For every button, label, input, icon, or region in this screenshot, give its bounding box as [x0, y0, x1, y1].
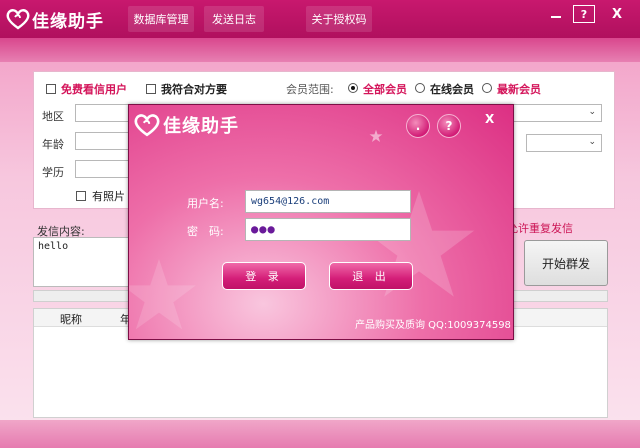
- app-title: 佳缘助手: [32, 11, 104, 32]
- chevron-down-icon: ⌄: [588, 137, 596, 147]
- dialog-minimize-button[interactable]: .: [406, 114, 430, 138]
- education-select[interactable]: [75, 160, 131, 178]
- allow-repeat-label[interactable]: 允许重复发信: [507, 220, 573, 236]
- age-select[interactable]: [75, 132, 131, 150]
- free-users-checkbox[interactable]: [46, 84, 56, 94]
- region-sub-select[interactable]: ⌄: [502, 104, 602, 122]
- menu-database[interactable]: 数据库管理: [128, 6, 194, 32]
- heart-logo-icon: [6, 9, 30, 30]
- region-label: 地区: [42, 110, 64, 123]
- scope-online-radio[interactable]: [415, 83, 425, 93]
- age-max-select[interactable]: ⌄: [526, 134, 602, 152]
- header-band: [0, 38, 640, 62]
- message-textarea[interactable]: hello: [33, 237, 129, 287]
- app-logo: 佳缘助手: [6, 6, 104, 32]
- heart-logo-icon: [134, 114, 160, 137]
- purchase-contact: 产品购买及质询 QQ:1009374598: [355, 320, 511, 331]
- exit-button[interactable]: 退 出: [329, 262, 413, 290]
- password-input[interactable]: ●●●: [245, 218, 411, 241]
- menu-about-license[interactable]: 关于授权码: [306, 6, 372, 32]
- free-users-label: 免费看信用户: [61, 83, 127, 96]
- dialog-close-button[interactable]: X: [485, 112, 494, 126]
- main-window: 佳缘助手 数据库管理 发送日志 关于授权码 ? X 免费看信用户 我符合对方要 …: [0, 0, 640, 448]
- title-bar: 佳缘助手 数据库管理 发送日志 关于授权码 ? X: [0, 0, 640, 38]
- username-label: 用户名:: [187, 197, 224, 210]
- footer-band: [0, 420, 640, 448]
- scope-new-radio[interactable]: [482, 83, 492, 93]
- minimize-icon[interactable]: [545, 5, 567, 23]
- close-button[interactable]: X: [606, 5, 628, 23]
- scope-all-label: 全部会员: [363, 83, 407, 96]
- star-decoration-icon: [369, 129, 383, 143]
- menu-send-log[interactable]: 发送日志: [204, 6, 264, 32]
- member-scope-label: 会员范围:: [286, 83, 334, 96]
- education-label: 学历: [42, 166, 64, 179]
- login-button[interactable]: 登 录: [222, 262, 306, 290]
- has-photo-label: 有照片: [92, 190, 125, 203]
- username-input[interactable]: wg654@126.com: [245, 190, 411, 213]
- dialog-title: 佳缘助手: [163, 116, 239, 137]
- dialog-help-button[interactable]: ?: [437, 114, 461, 138]
- dialog-logo: 佳缘助手: [133, 111, 239, 139]
- star-decoration-icon: [129, 259, 196, 330]
- match-me-checkbox[interactable]: [146, 84, 156, 94]
- password-label: 密 码:: [187, 225, 224, 238]
- match-me-label: 我符合对方要: [161, 83, 227, 96]
- chevron-down-icon: ⌄: [588, 107, 596, 117]
- start-send-button[interactable]: 开始群发: [524, 240, 608, 286]
- region-select[interactable]: [75, 104, 131, 122]
- has-photo-checkbox[interactable]: [76, 191, 86, 201]
- scope-new-label: 最新会员: [497, 83, 541, 96]
- help-button[interactable]: ?: [573, 5, 595, 23]
- scope-all-radio[interactable]: [348, 83, 358, 93]
- column-nickname[interactable]: 昵称: [60, 311, 82, 327]
- age-label: 年龄: [42, 138, 64, 151]
- login-dialog: 佳缘助手 . ? X 用户名: wg654@126.com 密 码: ●●● 登…: [128, 104, 514, 340]
- scope-online-label: 在线会员: [430, 83, 474, 96]
